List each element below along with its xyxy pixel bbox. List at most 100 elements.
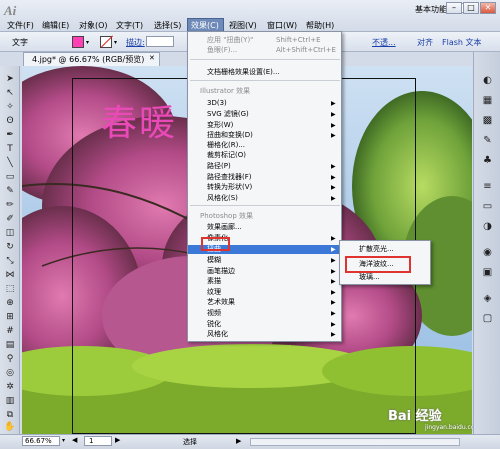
free-transform-tool-icon[interactable]: ⬚ — [3, 284, 17, 295]
effect-menu-item[interactable]: 栅格化(R)... — [188, 141, 341, 150]
stroke-dropdown-icon[interactable]: ▾ — [114, 39, 117, 46]
effect-menu-item[interactable]: 风格化(S) ▶ — [188, 194, 341, 203]
submenu-item-glass[interactable]: 玻璃... — [340, 272, 430, 283]
stroke-link[interactable]: 描边: — [126, 37, 145, 48]
symbol-sprayer-tool-icon[interactable]: ✲ — [3, 382, 17, 393]
eraser-tool-icon[interactable]: ◫ — [3, 228, 17, 239]
effect-menu-item[interactable]: 3D(3) ▶ — [188, 99, 341, 108]
transparency-panel-icon[interactable]: ◑ — [480, 220, 495, 234]
artboards-panel-icon[interactable]: ▢ — [480, 312, 495, 326]
rotate-tool-icon[interactable]: ↻ — [3, 242, 17, 253]
menu-item-label: 应用 "扭曲(Y)" — [207, 36, 254, 44]
selection-tool-icon[interactable]: ➤ — [3, 74, 17, 85]
close-tab-icon[interactable]: ✕ — [149, 54, 155, 62]
close-button[interactable]: ✕ — [480, 2, 496, 14]
effect-menu-item[interactable]: 模糊 ▶ — [188, 256, 341, 265]
shape-builder-tool-icon[interactable]: ⊕ — [3, 298, 17, 309]
color-panel-icon[interactable]: ◐ — [480, 74, 495, 88]
effect-menu-item[interactable]: 艺术效果 ▶ — [188, 298, 341, 307]
line-tool-icon[interactable]: ╲ — [3, 158, 17, 169]
document-tab-label: 4.jpg* @ 66.67% (RGB/预览) — [32, 55, 145, 64]
appearance-panel-icon[interactable]: ◉ — [480, 246, 495, 260]
width-tool-icon[interactable]: ⋈ — [3, 270, 17, 281]
paintbrush-tool-icon[interactable]: ✎ — [3, 186, 17, 197]
menu-2[interactable]: 对象(O) — [77, 20, 110, 32]
flash-text-link[interactable]: Flash 文本 — [442, 37, 482, 48]
gradient-tool-icon[interactable]: ▤ — [3, 340, 17, 351]
menu-separator — [190, 80, 340, 81]
maximize-button[interactable]: □ — [463, 2, 479, 14]
effect-menu-item[interactable]: 路径查找器(F) ▶ — [188, 173, 341, 182]
menu-3[interactable]: 文字(T) — [114, 20, 145, 32]
rectangle-tool-icon[interactable]: ▭ — [3, 172, 17, 183]
submenu-arrow-icon: ▶ — [331, 174, 336, 181]
graphic-styles-icon[interactable]: ▣ — [480, 266, 495, 280]
pen-tool-icon[interactable]: ✒ — [3, 130, 17, 141]
hand-tool-icon[interactable]: ✋ — [3, 422, 17, 433]
swatches-icon[interactable]: ▩ — [480, 114, 495, 128]
effect-menu-item[interactable]: 鱼眼(F)... Alt+Shift+Ctrl+E — [188, 46, 341, 55]
menu-item-label: 视频 — [207, 309, 221, 317]
effect-menu-item[interactable]: 纹理 ▶ — [188, 288, 341, 297]
fill-color-swatch[interactable] — [72, 36, 84, 48]
submenu-arrow-icon: ▶ — [331, 321, 336, 328]
direct-selection-tool-icon[interactable]: ↖ — [3, 88, 17, 99]
layers-panel-icon[interactable]: ◈ — [480, 292, 495, 306]
menu-4[interactable]: 选择(S) — [152, 20, 183, 32]
effect-menu-item[interactable]: 裁剪标记(O) — [188, 151, 341, 160]
type-tool-icon[interactable]: T — [3, 144, 17, 155]
fill-dropdown-icon[interactable]: ▾ — [86, 39, 89, 46]
menu-0[interactable]: 文件(F) — [5, 20, 36, 32]
document-tab[interactable]: 4.jpg* @ 66.67% (RGB/预览) — [23, 52, 160, 66]
pencil-tool-icon[interactable]: ✏ — [3, 200, 17, 211]
effect-menu-item[interactable]: 效果画廊... — [188, 223, 341, 232]
horizontal-scrollbar[interactable] — [250, 438, 460, 446]
effect-menu-item[interactable]: 扭曲和变换(D) ▶ — [188, 131, 341, 140]
scale-tool-icon[interactable]: ⤡ — [3, 256, 17, 267]
effect-menu-item[interactable]: 视频 ▶ — [188, 309, 341, 318]
menu-item-label: 素描 — [207, 277, 221, 285]
blend-tool-icon[interactable]: ◎ — [3, 368, 17, 379]
eyedropper-tool-icon[interactable]: ⚲ — [3, 354, 17, 365]
effect-menu-item[interactable]: 画笔描边 ▶ — [188, 267, 341, 276]
menu-1[interactable]: 编辑(E) — [40, 20, 71, 32]
app-logo: Ai — [4, 3, 17, 18]
stroke-weight-field[interactable] — [146, 36, 174, 47]
effect-menu-item[interactable]: 锐化 ▶ — [188, 320, 341, 329]
zoom-dropdown-icon[interactable]: ▾ — [62, 437, 65, 444]
brushes-icon[interactable]: ✎ — [480, 134, 495, 148]
menu-item-label: 模糊 — [207, 256, 221, 264]
gradient-panel-icon[interactable]: ▭ — [480, 200, 495, 214]
align-link[interactable]: 对齐 — [417, 37, 433, 48]
effect-menu-item[interactable]: 应用 "扭曲(Y)" Shift+Ctrl+E — [188, 36, 341, 45]
next-artboard-icon[interactable]: ▶ — [115, 436, 120, 444]
prev-artboard-icon[interactable]: ◀ — [72, 436, 77, 444]
stroke-panel-icon[interactable]: ≡ — [480, 180, 495, 194]
submenu-item-diffuse-glow[interactable]: 扩散亮光... — [340, 244, 430, 255]
blob-brush-tool-icon[interactable]: ✐ — [3, 214, 17, 225]
effect-menu-item[interactable]: 风格化 ▶ — [188, 330, 341, 339]
mesh-tool-icon[interactable]: # — [3, 326, 17, 337]
artboard-number-field[interactable]: 1 — [84, 436, 112, 446]
effect-menu-item[interactable]: 文档栅格效果设置(E)... — [188, 68, 341, 77]
graph-tool-icon[interactable]: ▥ — [3, 396, 17, 407]
tools-panel: ➤ ↖ ✧ ʘ ✒ T ╲ ▭ ✎ ✏ ✐ ◫ ↻ ⤡ ⋈ ⬚ ⊕ ⊞ # ▤ … — [0, 66, 20, 434]
effect-menu-item[interactable]: 变形(W) ▶ — [188, 121, 341, 130]
effect-menu-item[interactable]: SVG 滤镜(G) ▶ — [188, 110, 341, 119]
menu-item-label: Illustrator 效果 — [200, 87, 251, 95]
minimize-button[interactable]: – — [446, 2, 462, 14]
color-guide-icon[interactable]: ▦ — [480, 94, 495, 108]
effect-menu-item[interactable]: 转换为形状(V) ▶ — [188, 183, 341, 192]
opacity-link[interactable]: 不透... — [372, 37, 396, 48]
artboard-tool-icon[interactable]: ⧉ — [3, 410, 17, 421]
canvas-text[interactable]: 春暖 — [101, 94, 177, 146]
zoom-field[interactable]: 66.67% — [22, 436, 60, 446]
effect-menu-item[interactable]: 素描 ▶ — [188, 277, 341, 286]
effect-menu-item[interactable]: 路径(P) ▶ — [188, 162, 341, 171]
submenu-arrow-icon: ▶ — [331, 111, 336, 118]
perspective-grid-tool-icon[interactable]: ⊞ — [3, 312, 17, 323]
lasso-tool-icon[interactable]: ʘ — [3, 116, 17, 127]
symbols-icon[interactable]: ♣ — [480, 154, 495, 168]
magic-wand-tool-icon[interactable]: ✧ — [3, 102, 17, 113]
status-arrow-icon[interactable]: ▶ — [236, 437, 241, 445]
